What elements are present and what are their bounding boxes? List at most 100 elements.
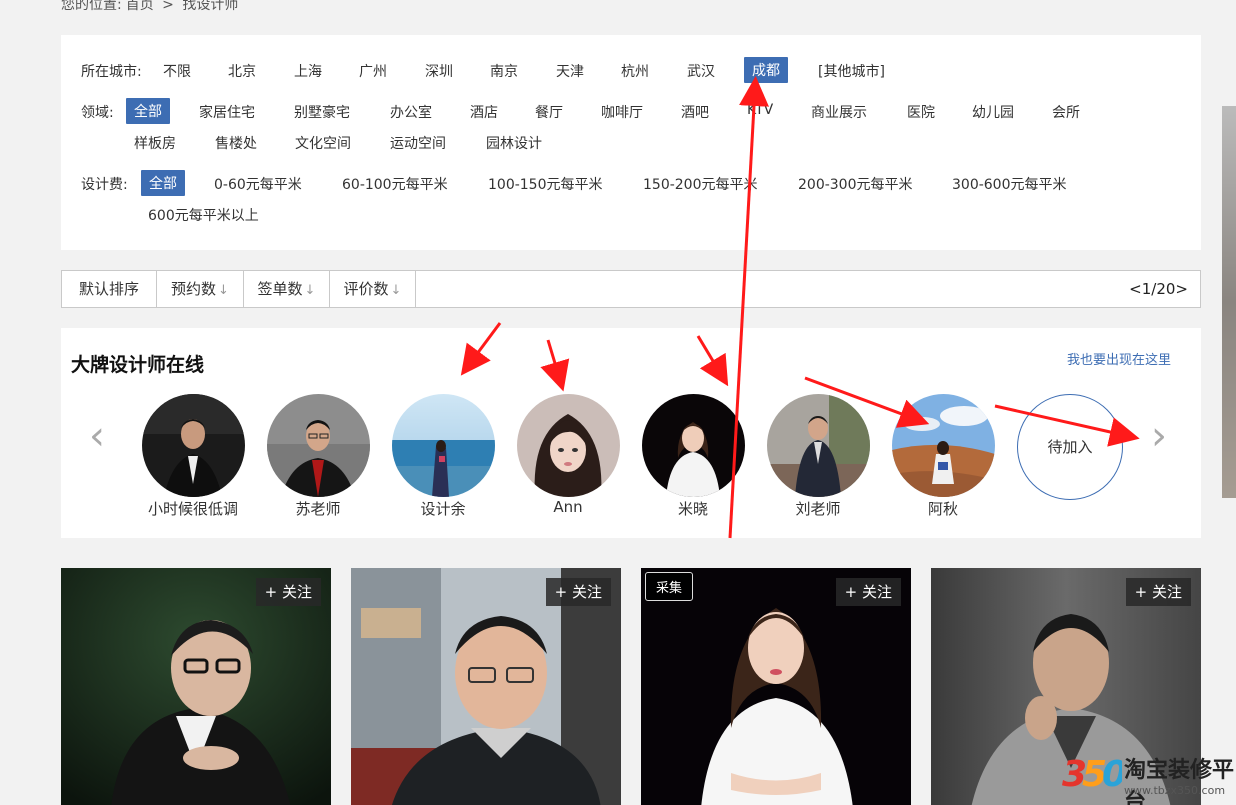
fee-option[interactable]: 60-100元每平米 [342, 174, 448, 194]
designer-name[interactable]: 苏老师 [253, 498, 383, 519]
field-option[interactable]: 办公室 [390, 102, 432, 122]
designer-photo [392, 394, 495, 497]
designer-name[interactable]: 小时候很低调 [128, 498, 258, 519]
follow-button[interactable]: + 关注 [545, 578, 611, 606]
designer-avatar[interactable] [517, 394, 620, 497]
sort-appointments-label: 预约数 [171, 280, 217, 298]
city-option[interactable]: 武汉 [687, 61, 715, 81]
designer-avatar[interactable] [142, 394, 245, 497]
featured-designers-panel: 大牌设计师在线 我也要出现在这里 ‹ › 小时候很低调 苏老师 设计余 Ann … [61, 328, 1201, 538]
site-watermark: 3 5 0 淘宝装修平台 www.tbzx350.com [1062, 748, 1236, 805]
breadcrumb-prefix: 您的位置: [61, 0, 122, 13]
join-placeholder-button[interactable]: 待加入 [1017, 394, 1123, 500]
sort-down-icon: ↓ [390, 283, 402, 298]
breadcrumb-current: 找设计师 [182, 0, 239, 13]
designer-avatar[interactable] [642, 394, 745, 497]
field-option[interactable]: KTV [747, 102, 773, 118]
designer-photo [767, 394, 870, 497]
watermark-logo: 3 5 0 [1062, 754, 1122, 795]
field-option[interactable]: 别墅豪宅 [294, 102, 350, 122]
featured-designers-title: 大牌设计师在线 [71, 354, 205, 376]
watermark-url: www.tbzx350.com [1124, 784, 1226, 797]
fee-option-active[interactable]: 全部 [141, 170, 185, 196]
sort-contracts-label: 签单数 [257, 280, 303, 298]
designer-card[interactable]: 采集 + 关注 [641, 568, 911, 805]
city-option[interactable]: 北京 [228, 61, 256, 81]
designer-name[interactable]: 阿秋 [878, 498, 1008, 519]
designer-photo [267, 394, 370, 497]
designer-name[interactable]: 设计余 [378, 498, 508, 519]
fee-filter-label: 设计费: [81, 177, 128, 193]
city-option[interactable]: 南京 [490, 61, 518, 81]
field-option[interactable]: 园林设计 [486, 133, 542, 153]
fee-option[interactable]: 0-60元每平米 [214, 174, 302, 194]
city-option[interactable]: 天津 [556, 61, 584, 81]
fee-option[interactable]: 600元每平米以上 [148, 205, 259, 225]
designer-avatar[interactable] [392, 394, 495, 497]
designer-photo [517, 394, 620, 497]
designer-photo [892, 394, 995, 497]
field-option[interactable]: 医院 [907, 102, 935, 122]
follow-button[interactable]: + 关注 [835, 578, 901, 606]
city-filter-label: 所在城市: [81, 64, 142, 80]
city-option[interactable]: 不限 [163, 61, 191, 81]
sort-default[interactable]: 默认排序 [62, 271, 157, 307]
field-option[interactable]: 文化空间 [295, 133, 351, 153]
designer-name[interactable]: Ann [503, 498, 633, 516]
city-option-other[interactable]: [其他城市] [818, 61, 885, 81]
field-option[interactable]: 幼儿园 [972, 102, 1014, 122]
follow-button[interactable]: + 关注 [255, 578, 321, 606]
sort-contracts[interactable]: 签单数 ↓ [244, 271, 330, 307]
field-option[interactable]: 餐厅 [535, 102, 563, 122]
designer-avatar[interactable] [892, 394, 995, 497]
field-filter-label: 领域: [81, 105, 114, 121]
field-option[interactable]: 样板房 [134, 133, 176, 153]
follow-button[interactable]: + 关注 [1125, 578, 1191, 606]
sort-down-icon: ↓ [304, 283, 316, 298]
field-option[interactable]: 酒店 [470, 102, 498, 122]
field-option[interactable]: 运动空间 [390, 133, 446, 153]
carousel-next-icon[interactable]: › [1151, 416, 1167, 456]
collect-tag[interactable]: 采集 [645, 572, 694, 601]
city-option[interactable]: 深圳 [425, 61, 453, 81]
sort-reviews-label: 评价数 [343, 280, 389, 298]
breadcrumb-separator: > [162, 0, 174, 13]
sort-down-icon: ↓ [218, 283, 229, 298]
sort-bar: 默认排序 预约数 ↓ 签单数 ↓ 评价数 ↓ <1/20> [61, 270, 1201, 308]
designer-name[interactable]: 米晓 [628, 498, 758, 519]
fee-option[interactable]: 150-200元每平米 [643, 174, 758, 194]
carousel-prev-icon[interactable]: ‹ [89, 416, 105, 456]
designer-photo [142, 394, 245, 497]
city-option[interactable]: 杭州 [621, 61, 649, 81]
fee-option[interactable]: 100-150元每平米 [488, 174, 603, 194]
field-option[interactable]: 酒吧 [681, 102, 709, 122]
city-option[interactable]: 上海 [294, 61, 322, 81]
designer-card[interactable]: + 关注 [61, 568, 331, 805]
designer-name[interactable]: 刘老师 [753, 498, 883, 519]
fee-option[interactable]: 300-600元每平米 [952, 174, 1067, 194]
field-option[interactable]: 家居住宅 [199, 102, 255, 122]
field-option[interactable]: 售楼处 [215, 133, 257, 153]
pagination[interactable]: <1/20> [1129, 271, 1188, 307]
sort-reviews[interactable]: 评价数 ↓ [330, 271, 416, 307]
designer-avatar[interactable] [767, 394, 870, 497]
field-option-active[interactable]: 全部 [126, 98, 170, 124]
sort-default-label: 默认排序 [78, 280, 139, 298]
svg-text:0: 0 [1102, 754, 1122, 795]
field-option[interactable]: 商业展示 [811, 102, 867, 122]
designer-photo [642, 394, 745, 497]
apply-featured-link[interactable]: 我也要出现在这里 [1067, 349, 1171, 368]
filter-panel: 所在城市: 不限 北京 上海 广州 深圳 南京 天津 杭州 武汉 成都 [其他城… [61, 35, 1201, 250]
watermark-text: 淘宝装修平台 [1124, 758, 1235, 805]
field-option[interactable]: 咖啡厅 [601, 102, 643, 122]
city-option[interactable]: 广州 [359, 61, 387, 81]
breadcrumb-home-link[interactable]: 首页 [126, 0, 154, 13]
city-option-active[interactable]: 成都 [744, 57, 788, 83]
fee-option[interactable]: 200-300元每平米 [798, 174, 913, 194]
field-option[interactable]: 会所 [1052, 102, 1080, 122]
designer-card[interactable]: + 关注 [351, 568, 621, 805]
breadcrumb: 您的位置: 首页 > 找设计师 [61, 0, 242, 14]
side-panel-image [1222, 106, 1236, 498]
sort-appointments[interactable]: 预约数 ↓ [157, 271, 244, 307]
designer-avatar[interactable] [267, 394, 370, 497]
